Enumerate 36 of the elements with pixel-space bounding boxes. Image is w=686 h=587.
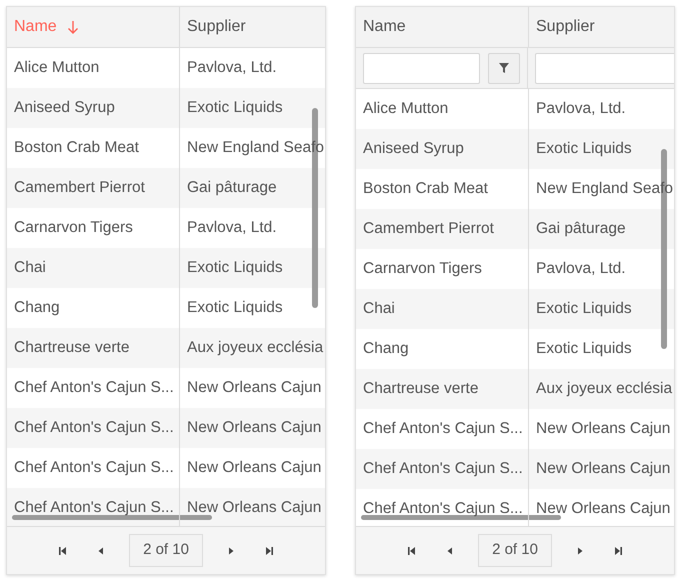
page-indicator: 2 of 10 — [478, 534, 552, 567]
filter-input[interactable] — [363, 52, 480, 84]
table-cell-text: Pavlova, Ltd. — [535, 99, 627, 120]
table-cell-text: Exotic Liquids — [535, 139, 633, 160]
table-cell-text: New Orleans Cajun — [535, 419, 672, 440]
last-page-icon — [264, 546, 274, 556]
table-cell-text: New Orleans Cajun — [535, 459, 672, 480]
table-cell-text: Pavlova, Ltd. — [535, 259, 627, 280]
filter-icon — [499, 63, 509, 73]
table-cell-text: New Orleans Cajun — [186, 378, 322, 398]
table-cell-text: New Orleans Cajun — [186, 458, 322, 478]
table-cell-text: Pavlova, Ltd. — [186, 58, 278, 78]
table-cell-text: Exotic Liquids — [186, 258, 284, 278]
table-cell-text: Aux joyeux ecclésia — [186, 338, 324, 358]
table-cell-text: Gai pâturage — [535, 219, 627, 240]
column-header[interactable]: Supplier — [529, 7, 674, 47]
column-header[interactable]: Name — [356, 7, 529, 47]
table-cell-text: New Orleans Cajun — [186, 418, 322, 438]
table-cell-text: Pavlova, Ltd. — [186, 218, 278, 238]
table-cell-text: New Orleans Cajun — [186, 498, 322, 518]
page-indicator: 2 of 10 — [129, 534, 203, 567]
last-page-icon — [612, 546, 623, 556]
first-page-icon — [407, 546, 418, 556]
filter-button[interactable] — [488, 52, 520, 84]
table-cell-text: Aux joyeux ecclésia — [535, 379, 674, 400]
table-cell-text: Gai pâturage — [186, 178, 278, 198]
table-cell-text: Exotic Liquids — [535, 339, 633, 360]
table-cell-text: Exotic Liquids — [186, 98, 284, 118]
column-header[interactable]: Supplier — [180, 7, 325, 47]
horizontal-scrollbar[interactable] — [361, 515, 561, 520]
table-cell-text: Exotic Liquids — [186, 298, 284, 318]
table-cell-text: Exotic Liquids — [535, 299, 633, 320]
horizontal-scrollbar[interactable] — [12, 515, 212, 520]
sort-arrow-icon — [66, 20, 79, 34]
first-page-icon — [58, 546, 68, 556]
table-cell-text: New Orleans Cajun — [535, 499, 672, 520]
